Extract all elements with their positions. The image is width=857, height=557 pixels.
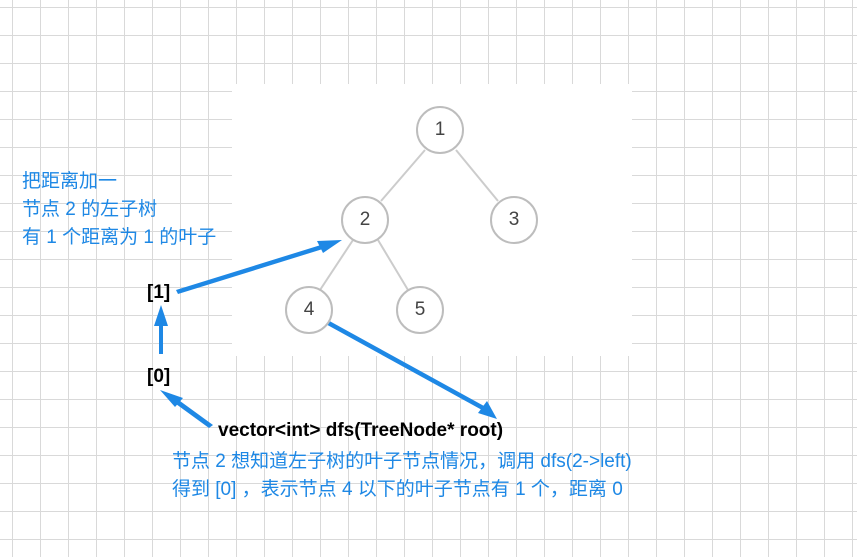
bracket-lower: [0] bbox=[147, 366, 171, 387]
bottom-note: 节点 2 想知道左子树的叶子节点情况，调用 dfs(2->left) 得到 [0… bbox=[172, 448, 632, 504]
top-note: 把距离加一 节点 2 的左子树 有 1 个距离为 1 的叶子 bbox=[22, 168, 216, 252]
bottom-note-line: 节点 2 想知道左子树的叶子节点情况，调用 dfs(2->left) bbox=[172, 451, 632, 472]
tree-edge-1-2 bbox=[380, 149, 426, 202]
arrow-up-bracket bbox=[159, 324, 163, 354]
top-note-line: 把距离加一 bbox=[22, 171, 118, 192]
arrow-dfs-to-bracket0 bbox=[176, 401, 213, 428]
arrow-node4-to-dfs bbox=[322, 318, 484, 410]
top-note-line: 节点 2 的左子树 bbox=[22, 199, 158, 220]
tree-edge-1-3 bbox=[455, 149, 499, 202]
arrowhead-up-bracket bbox=[154, 305, 168, 326]
function-signature: vector<int> dfs(TreeNode* root) bbox=[218, 420, 504, 441]
bottom-note-line: 得到 [0] ，表示节点 4 以下的叶子节点有 1 个，距离 0 bbox=[172, 479, 623, 500]
top-note-line: 有 1 个距离为 1 的叶子 bbox=[22, 227, 217, 248]
tree-node-4: 4 bbox=[285, 286, 333, 334]
tree-node-5: 5 bbox=[396, 286, 444, 334]
bracket-upper: [1] bbox=[147, 282, 171, 303]
arrowhead-dfs bbox=[478, 401, 497, 419]
tree-edge-2-5 bbox=[377, 239, 409, 291]
tree-node-2: 2 bbox=[341, 196, 389, 244]
tree-node-1: 1 bbox=[416, 106, 464, 154]
tree-node-3: 3 bbox=[490, 196, 538, 244]
arrowhead-node-2 bbox=[317, 240, 342, 253]
